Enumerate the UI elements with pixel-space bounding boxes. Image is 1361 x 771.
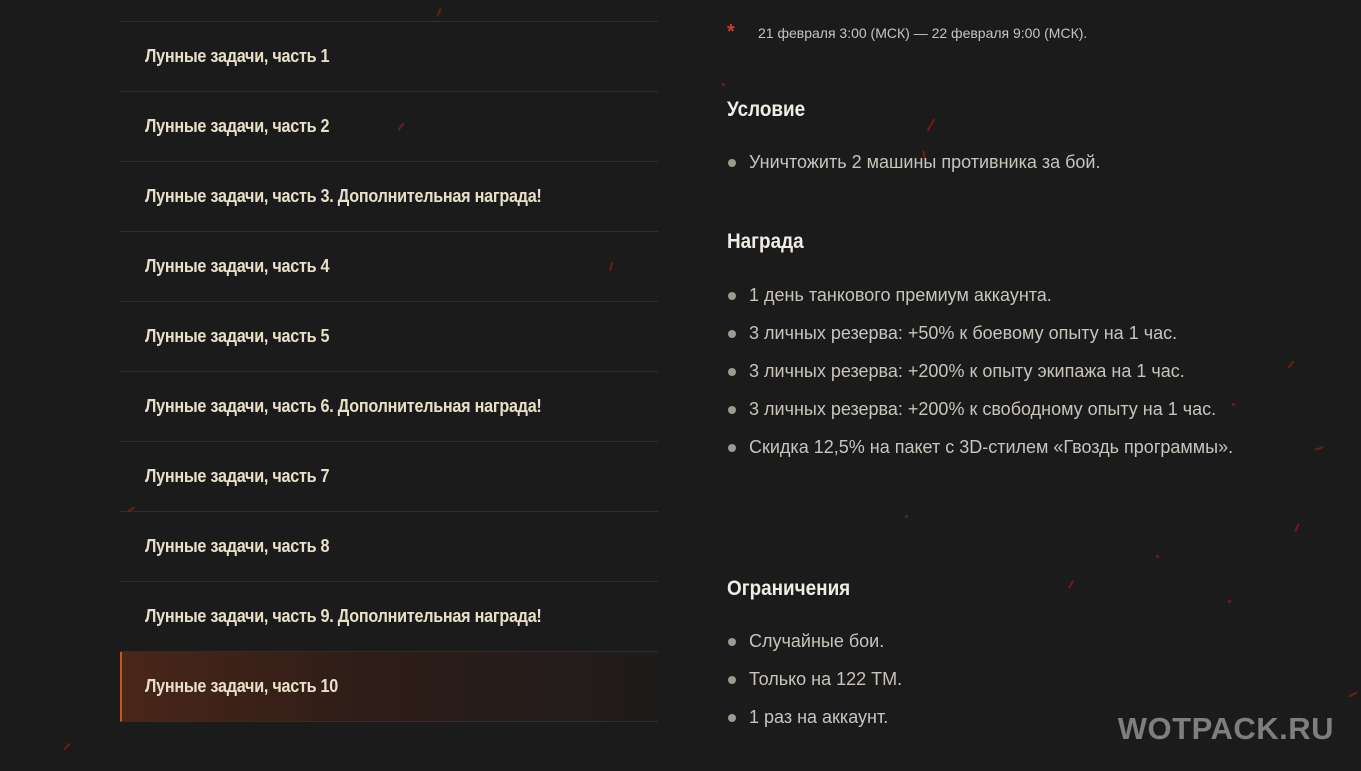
- asterisk-marker: *: [727, 21, 735, 43]
- bullet-icon: [728, 330, 736, 338]
- bullet-icon: [728, 714, 736, 722]
- task-item-label: Лунные задачи, часть 3. Дополнительная н…: [145, 186, 542, 206]
- list-item-text: 3 личных резерва: +50% к боевому опыту н…: [749, 323, 1178, 343]
- task-item-5[interactable]: Лунные задачи, часть 5: [120, 302, 658, 372]
- task-item-4[interactable]: Лунные задачи, часть 4: [120, 232, 658, 302]
- task-item-label: Лунные задачи, часть 7: [145, 466, 330, 486]
- task-list: Лунные задачи, часть 1 Лунные задачи, час…: [120, 21, 658, 722]
- list-item-text: Только на 122 TM.: [749, 669, 903, 689]
- task-item-10[interactable]: Лунные задачи, часть 10: [120, 652, 658, 722]
- site-watermark: WOTPACK.RU: [1117, 711, 1334, 746]
- schedule-text: 21 февраля 3:00 (МСК) — 22 февраля 9:00 …: [758, 25, 1088, 41]
- limits-title: Ограничения: [727, 577, 851, 600]
- task-item-label: Лунные задачи, часть 6. Дополнительная н…: [145, 396, 542, 416]
- task-item-label: Лунные задачи, часть 10: [145, 676, 339, 696]
- list-item: 3 личных резерва: +50% к боевому опыту н…: [727, 319, 1237, 348]
- task-item-label: Лунные задачи, часть 8: [145, 536, 330, 556]
- task-item-7[interactable]: Лунные задачи, часть 7: [120, 442, 658, 512]
- list-item: Случайные бои.: [727, 627, 1237, 656]
- task-item-label: Лунные задачи, часть 2: [145, 116, 330, 136]
- bullet-icon: [728, 676, 736, 684]
- list-item-text: 3 личных резерва: +200% к свободному опы…: [749, 399, 1217, 419]
- list-item-text: Случайные бои.: [749, 631, 885, 651]
- task-item-label: Лунные задачи, часть 9. Дополнительная н…: [145, 606, 542, 626]
- list-item: Скидка 12,5% на пакет с 3D-стилем «Гвозд…: [727, 433, 1237, 462]
- list-item-text: 1 день танкового премиум аккаунта.: [749, 285, 1052, 305]
- list-item-text: 1 раз на аккаунт.: [749, 707, 889, 727]
- task-item-label: Лунные задачи, часть 1: [145, 46, 330, 66]
- list-item: 1 день танкового премиум аккаунта.: [727, 281, 1237, 310]
- reward-title: Награда: [727, 230, 804, 253]
- task-item-1[interactable]: Лунные задачи, часть 1: [120, 22, 658, 92]
- bullet-icon: [728, 159, 736, 167]
- bullet-icon: [728, 406, 736, 414]
- task-item-9[interactable]: Лунные задачи, часть 9. Дополнительная н…: [120, 582, 658, 652]
- list-item-text: Скидка 12,5% на пакет с 3D-стилем «Гвозд…: [749, 437, 1234, 457]
- bullet-icon: [728, 638, 736, 646]
- bullet-icon: [728, 368, 736, 376]
- list-item: Только на 122 TM.: [727, 665, 1237, 694]
- reward-list: 1 день танкового премиум аккаунта. 3 личн…: [727, 281, 1237, 471]
- task-item-label: Лунные задачи, часть 5: [145, 326, 330, 346]
- list-item: Уничтожить 2 машины противника за бой.: [727, 148, 1237, 177]
- task-item-8[interactable]: Лунные задачи, часть 8: [120, 512, 658, 582]
- condition-title: Условие: [727, 98, 806, 121]
- list-item-text: Уничтожить 2 машины противника за бой.: [749, 152, 1101, 172]
- task-item-6[interactable]: Лунные задачи, часть 6. Дополнительная н…: [120, 372, 658, 442]
- task-item-2[interactable]: Лунные задачи, часть 2: [120, 92, 658, 162]
- task-item-3[interactable]: Лунные задачи, часть 3. Дополнительная н…: [120, 162, 658, 232]
- list-item: 3 личных резерва: +200% к опыту экипажа …: [727, 357, 1237, 386]
- list-item: 3 личных резерва: +200% к свободному опы…: [727, 395, 1237, 424]
- list-item-text: 3 личных резерва: +200% к опыту экипажа …: [749, 361, 1185, 381]
- bullet-icon: [728, 444, 736, 452]
- condition-list: Уничтожить 2 машины противника за бой.: [727, 148, 1237, 186]
- schedule-line: * 21 февраля 3:00 (МСК) — 22 февраля 9:0…: [727, 21, 1088, 43]
- task-item-label: Лунные задачи, часть 4: [145, 256, 330, 276]
- bullet-icon: [728, 292, 736, 300]
